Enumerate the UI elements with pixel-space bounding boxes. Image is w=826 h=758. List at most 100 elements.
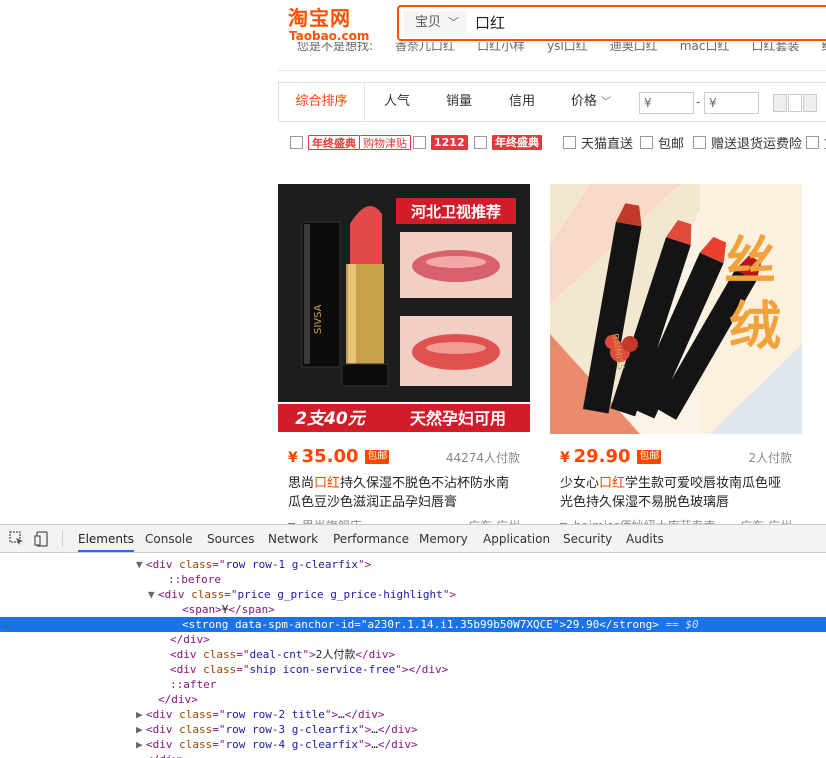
product-card[interactable]: SIVSA 河北卫视推荐 2支40元 天然孕妇可用 ¥ 35.00 包邮 442… [278, 184, 530, 534]
view-option-icon[interactable] [803, 94, 817, 112]
checkbox[interactable] [806, 135, 819, 149]
dom-node[interactable]: <span>¥</span> [0, 602, 826, 617]
dom-token: … [338, 708, 345, 721]
dom-tree[interactable]: ▼ <div class="row row-1 g-clearfix">::bef… [0, 555, 826, 758]
expand-right-icon[interactable]: ▶ [136, 722, 146, 737]
dom-node[interactable]: <div class="deal-cnt">2人付款</div> [0, 647, 826, 662]
dom-node[interactable]: ▼ <div class="price g_price g_price-highl… [0, 587, 826, 602]
free-shipping-badge: 包邮 [637, 450, 662, 464]
dom-token: … [371, 723, 378, 736]
grid-view-icon[interactable] [773, 94, 787, 112]
promo-tag: 年终盛典 [492, 134, 542, 150]
tab-audits[interactable]: Audits [626, 525, 664, 552]
dom-token: "> [442, 588, 457, 601]
tab-application[interactable]: Application [483, 525, 550, 552]
dom-node[interactable]: ▼ <div class="row row-1 g-clearfix"> [0, 557, 826, 572]
expand-right-icon[interactable]: ▶ [136, 737, 146, 752]
dom-token: "> [357, 558, 372, 571]
expand-down-icon[interactable]: ▼ [148, 587, 158, 602]
search-box[interactable]: 宝贝 ﹀ 口红 [397, 5, 826, 41]
checkbox[interactable] [693, 135, 706, 149]
dom-token: </div> [344, 708, 385, 721]
product-image[interactable]: BAIMISS 丝 绒 [550, 184, 802, 434]
product-image[interactable]: SIVSA 河北卫视推荐 2支40元 天然孕妇可用 [278, 184, 530, 434]
checkbox[interactable] [290, 135, 303, 149]
filter-return-insurance[interactable]: 赠送退货运费险 [693, 133, 802, 151]
dom-token: <div [146, 723, 180, 736]
sort-bar: 综合排序 人气 销量 信用 价格 ﹀ ¥ - ¥ [278, 82, 826, 122]
filter-year-end[interactable]: 年终盛典 [474, 133, 542, 151]
dom-node[interactable]: </div> [0, 752, 826, 758]
lipstick-crayon-image: BAIMISS 丝 绒 [550, 184, 802, 434]
list-view-icon[interactable] [788, 94, 802, 112]
search-type-select[interactable]: 宝贝 ﹀ [403, 11, 467, 35]
filter-1212[interactable]: 1212 [413, 133, 468, 151]
tab-network[interactable]: Network [268, 525, 318, 552]
checkbox[interactable] [474, 135, 487, 149]
product-card[interactable]: BAIMISS 丝 绒 ¥ 29.90 包邮 2人付款 少女心口红学生款可爱咬唇… [550, 184, 802, 534]
dom-node[interactable]: ▶ <div class="row row-2 title">…</div> [0, 707, 826, 722]
dom-token: <div [146, 558, 180, 571]
checkbox[interactable] [563, 135, 576, 149]
price-min-input[interactable]: ¥ [639, 92, 694, 114]
dom-token: <strong [182, 618, 235, 631]
dom-node[interactable]: ::after [0, 677, 826, 692]
checkbox[interactable] [413, 135, 426, 149]
dom-node[interactable]: </div> [0, 632, 826, 647]
dom-token: </div> [377, 738, 418, 751]
filter-label: 购物津贴 [360, 134, 411, 150]
dom-token: =" [212, 723, 226, 736]
search-input[interactable]: 口红 [475, 11, 505, 35]
suggestion-link[interactable]: 迪奥口红 [610, 42, 658, 54]
product-title[interactable]: 思尚口红持久保湿不脱色不沾杯防水南瓜色豆沙色滋润正品孕妇唇膏 [288, 474, 520, 512]
dom-token: </div> [377, 723, 418, 736]
tab-popularity[interactable]: 人气 [369, 83, 425, 121]
filter-tmall-direct[interactable]: 天猫直送 [563, 133, 633, 151]
tab-sales[interactable]: 销量 [431, 83, 487, 121]
view-toggle[interactable] [773, 94, 826, 112]
suggestion-link[interactable]: 口红套装 [751, 42, 799, 54]
tab-elements[interactable]: Elements [78, 525, 134, 552]
dom-node-selected[interactable]: … <strong data-spm-anchor-id="a230r.1.14.… [0, 617, 826, 632]
inspect-element-icon[interactable] [9, 531, 25, 547]
tab-console[interactable]: Console [145, 525, 193, 552]
device-toolbar-icon[interactable] [34, 531, 50, 547]
checkbox[interactable] [640, 135, 653, 149]
suggestion-prefix: 您是不是想找: [297, 42, 374, 53]
expand-right-icon[interactable]: ▶ [136, 707, 146, 722]
dom-node[interactable]: ▶ <div class="row row-3 g-clearfix">…</di… [0, 722, 826, 737]
suggestion-link[interactable]: 口红小样 [477, 42, 525, 54]
dom-token: class [179, 723, 213, 736]
dom-node[interactable]: <div class="ship icon-service-free"></di… [0, 662, 826, 677]
dom-node[interactable]: ::before [0, 572, 826, 587]
filter-more[interactable]: 货 [806, 133, 826, 151]
suggestion-bar: 您是不是想找: 香奈儿口红 口红小样 ysl口红 迪奥口红 mac口红 口红套装 纪梵 [297, 42, 826, 56]
suggestion-link[interactable]: 香奈儿口红 [395, 42, 455, 54]
filter-label: 包邮 [658, 136, 685, 152]
suggestion-link[interactable]: ysl口红 [547, 42, 588, 54]
dom-token: class [179, 558, 213, 571]
filter-free-shipping[interactable]: 包邮 [640, 133, 684, 151]
product-title[interactable]: 少女心口红学生款可爱咬唇妆南瓜色哑光色持久保湿不易脱色玻璃唇 [560, 474, 792, 512]
dom-token: ::after [170, 678, 217, 691]
dom-node[interactable]: </div> [0, 692, 826, 707]
suggestion-link[interactable]: mac口红 [680, 42, 730, 54]
devtools-panel: Elements Console Sources Network Perform… [0, 524, 826, 758]
price-max-input[interactable]: ¥ [704, 92, 759, 114]
tab-security[interactable]: Security [563, 525, 612, 552]
dom-node[interactable]: ▶ <div class="row row-4 g-clearfix">…</di… [0, 737, 826, 752]
taobao-logo[interactable]: 淘宝网 Taobao.com [288, 6, 378, 42]
tab-memory[interactable]: Memory [419, 525, 468, 552]
tab-credit[interactable]: 信用 [493, 83, 551, 121]
tab-performance[interactable]: Performance [333, 525, 409, 552]
filter-shopping-allowance[interactable]: 年终盛典 购物津贴 [290, 133, 411, 151]
tab-comprehensive-sort[interactable]: 综合排序 [279, 83, 365, 121]
page: 淘宝网 Taobao.com 宝贝 ﹀ 口红 您是不是想找: 香奈儿口红 口红小样… [0, 0, 826, 758]
ellipsis-icon[interactable]: … [2, 617, 9, 632]
dom-token: ::before [168, 573, 221, 586]
dom-token: =" [236, 648, 250, 661]
expand-down-icon[interactable]: ▼ [136, 557, 146, 572]
tab-sources[interactable]: Sources [207, 525, 254, 552]
tab-price[interactable]: 价格 ﹀ [563, 83, 619, 121]
suggestion-link[interactable]: 纪梵 [821, 42, 826, 54]
